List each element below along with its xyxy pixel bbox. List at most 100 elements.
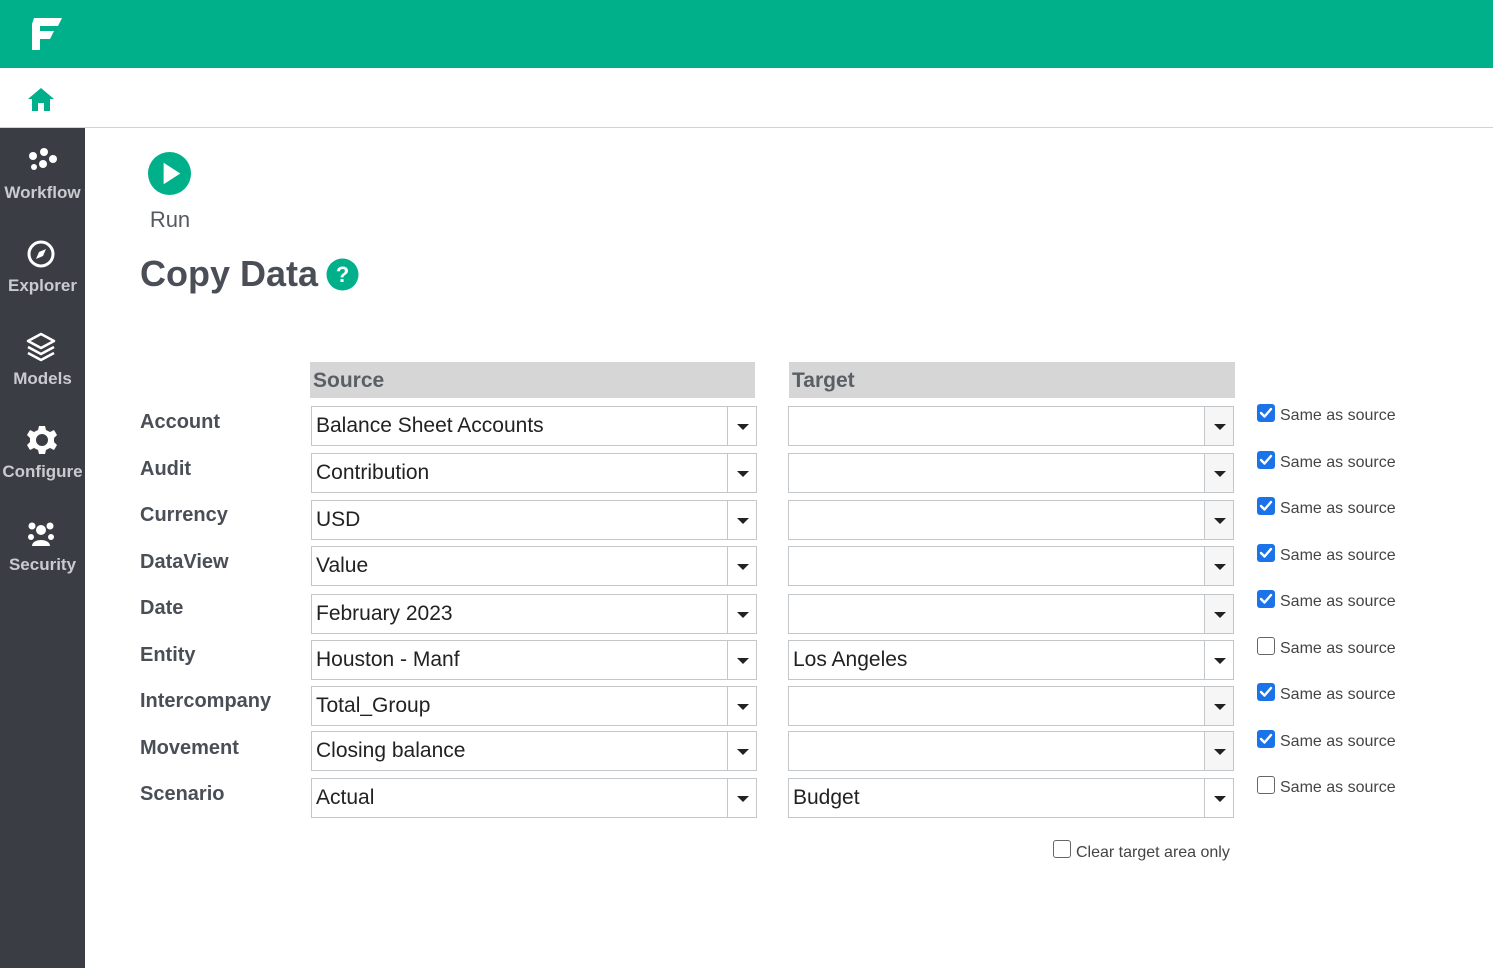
source-column-header: Source (310, 362, 755, 398)
dropdown-value: Total_Group (316, 694, 431, 717)
sidebar-item-security[interactable]: Security (0, 518, 85, 598)
target-dropdown-audit[interactable] (788, 453, 1234, 493)
compass-icon (27, 240, 55, 268)
source-dropdown-currency[interactable]: USD (311, 500, 757, 540)
target-dropdown-date[interactable] (788, 594, 1234, 634)
target-dropdown-intercompany[interactable] (788, 686, 1234, 726)
same-as-source-label: Same as source (1280, 779, 1396, 796)
dropdown-button[interactable] (727, 687, 756, 725)
dropdown-button[interactable] (727, 732, 756, 770)
checkmark-icon (1259, 733, 1273, 744)
same-as-source-checkbox-intercompany[interactable] (1257, 683, 1275, 701)
same-as-source-checkbox-dataview[interactable] (1257, 544, 1275, 562)
dropdown-button[interactable] (1204, 547, 1233, 585)
row-label-currency: Currency (140, 504, 228, 526)
caret-down-icon (737, 704, 749, 710)
target-dropdown-entity[interactable]: Los Angeles (788, 640, 1234, 680)
dropdown-button[interactable] (1204, 407, 1233, 445)
source-dropdown-dataview[interactable]: Value (311, 546, 757, 586)
dropdown-button[interactable] (1204, 641, 1233, 679)
dropdown-button[interactable] (727, 595, 756, 633)
checkmark-icon (1259, 547, 1273, 558)
source-dropdown-audit[interactable]: Contribution (311, 453, 757, 493)
checkmark-icon (1259, 686, 1273, 697)
users-icon (28, 522, 54, 546)
sidebar-item-configure[interactable]: Configure (0, 425, 85, 505)
caret-down-icon (737, 658, 749, 664)
app-logo[interactable] (26, 12, 66, 54)
same-as-source-checkbox-currency[interactable] (1257, 497, 1275, 515)
dropdown-value: Value (316, 554, 369, 577)
caret-down-icon (1214, 612, 1226, 618)
gear-icon (27, 426, 57, 454)
same-as-source-checkbox-scenario[interactable] (1257, 776, 1275, 794)
dropdown-value: USD (316, 508, 361, 531)
caret-down-icon (1214, 749, 1226, 755)
dropdown-button[interactable] (727, 779, 756, 817)
source-dropdown-account[interactable]: Balance Sheet Accounts (311, 406, 757, 446)
svg-text:?: ? (336, 262, 349, 287)
dropdown-button[interactable] (727, 501, 756, 539)
dropdown-value: Los Angeles (793, 648, 908, 671)
target-dropdown-currency[interactable] (788, 500, 1234, 540)
checkmark-icon (1259, 593, 1273, 604)
home-icon[interactable] (27, 86, 55, 112)
dropdown-value: Contribution (316, 461, 430, 484)
dropdown-button[interactable] (727, 407, 756, 445)
caret-down-icon (1214, 796, 1226, 802)
caret-down-icon (737, 564, 749, 570)
caret-down-icon (1214, 424, 1226, 430)
dropdown-button[interactable] (727, 547, 756, 585)
dropdown-button[interactable] (727, 641, 756, 679)
same-as-source-checkbox-account[interactable] (1257, 404, 1275, 422)
row-label-dataview: DataView (140, 551, 229, 573)
source-dropdown-scenario[interactable]: Actual (311, 778, 757, 818)
same-as-source-checkbox-audit[interactable] (1257, 451, 1275, 469)
same-as-source-checkbox-date[interactable] (1257, 590, 1275, 608)
sidebar: Workflow Explorer Models Configure Secur… (0, 128, 85, 968)
target-dropdown-movement[interactable] (788, 731, 1234, 771)
dropdown-button[interactable] (1204, 454, 1233, 492)
same-as-source-checkbox-movement[interactable] (1257, 730, 1275, 748)
sidebar-item-label: Workflow (4, 183, 81, 202)
dropdown-button[interactable] (1204, 501, 1233, 539)
row-label-entity: Entity (140, 644, 196, 666)
same-as-source-checkbox-entity[interactable] (1257, 637, 1275, 655)
sidebar-item-label: Security (8, 555, 77, 574)
sidebar-item-models[interactable]: Models (0, 332, 85, 412)
caret-down-icon (1214, 471, 1226, 477)
caret-down-icon (737, 749, 749, 755)
target-dropdown-dataview[interactable] (788, 546, 1234, 586)
same-as-source-label: Same as source (1280, 640, 1396, 657)
source-dropdown-movement[interactable]: Closing balance (311, 731, 757, 771)
dropdown-button[interactable] (1204, 779, 1233, 817)
run-button[interactable]: Run (146, 150, 194, 236)
home-bar (0, 68, 1493, 128)
caret-down-icon (737, 471, 749, 477)
caret-down-icon (737, 796, 749, 802)
row-label-intercompany: Intercompany (140, 690, 272, 712)
sidebar-item-label: Models (13, 369, 72, 388)
caret-down-icon (1214, 518, 1226, 524)
source-dropdown-entity[interactable]: Houston - Manf (311, 640, 757, 680)
help-icon[interactable]: ? (326, 258, 359, 291)
run-label: Run (149, 207, 191, 232)
target-dropdown-scenario[interactable]: Budget (788, 778, 1234, 818)
dropdown-button[interactable] (1204, 687, 1233, 725)
play-icon (147, 151, 192, 196)
target-column-header: Target (789, 362, 1235, 398)
sidebar-item-workflow[interactable]: Workflow (0, 146, 85, 226)
target-dropdown-account[interactable] (788, 406, 1234, 446)
row-label-date: Date (140, 597, 184, 619)
dropdown-button[interactable] (727, 454, 756, 492)
sidebar-item-explorer[interactable]: Explorer (0, 239, 85, 319)
row-label-movement: Movement (140, 737, 239, 759)
clear-target-checkbox[interactable] (1053, 840, 1071, 858)
same-as-source-label: Same as source (1280, 733, 1396, 750)
dropdown-button[interactable] (1204, 595, 1233, 633)
page-title: Copy Data (140, 253, 319, 294)
dropdown-button[interactable] (1204, 732, 1233, 770)
row-label-account: Account (140, 411, 220, 433)
source-dropdown-date[interactable]: February 2023 (311, 594, 757, 634)
source-dropdown-intercompany[interactable]: Total_Group (311, 686, 757, 726)
